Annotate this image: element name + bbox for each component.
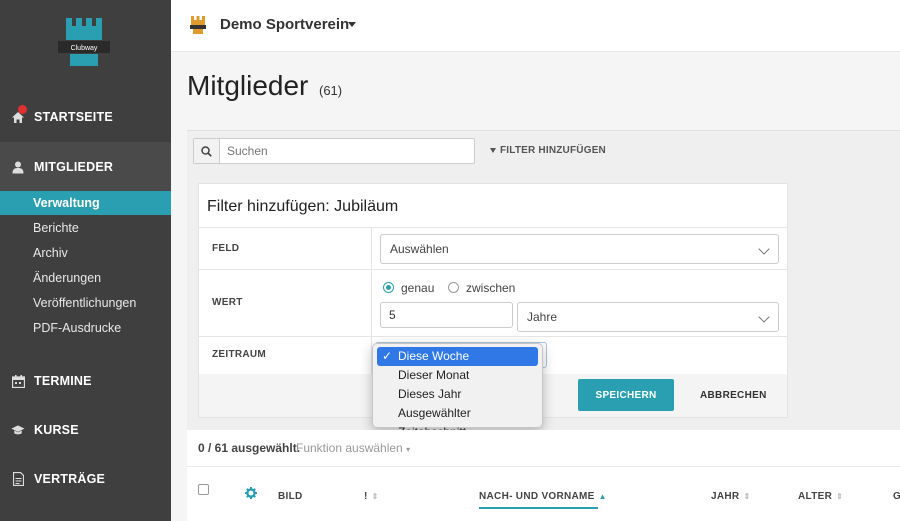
wert-input[interactable]: 5 [380, 302, 513, 328]
graduation-cap-icon [11, 423, 25, 437]
divider [199, 269, 787, 270]
club-name[interactable]: Demo Sportverein [220, 16, 349, 33]
calendar-icon [11, 374, 25, 388]
selection-info: 0 / 61 ausgewählt. [198, 441, 301, 455]
dropdown-option-label: Diese Woche [398, 349, 470, 363]
column-header-name-label: NACH- UND VORNAME [479, 491, 595, 502]
sort-icon: ⇕ [371, 492, 379, 501]
cancel-button[interactable]: ABBRECHEN [700, 390, 767, 401]
nav-mitglieder[interactable]: MITGLIEDER [0, 142, 171, 192]
nav-vertraege-label: VERTRÄGE [34, 472, 106, 486]
caret-down-icon: ▾ [406, 445, 411, 454]
nav-vertraege[interactable]: VERTRÄGE [0, 454, 171, 504]
column-header-flag[interactable]: ! ⇕ [364, 491, 379, 502]
sidebar: Clubway STARTSEITE MITGLIEDER Verwaltung… [0, 0, 171, 521]
gear-icon[interactable] [245, 487, 257, 499]
nav-mitglieder-label: MITGLIEDER [34, 160, 114, 174]
dropdown-option-label: Dieser Monat [398, 368, 470, 382]
document-icon [11, 472, 25, 486]
sidebar-item-verwaltung[interactable]: Verwaltung [0, 191, 171, 215]
zeitraum-label: ZEITRAUM [212, 349, 267, 360]
sidebar-item-aenderungen[interactable]: Änderungen [0, 266, 171, 290]
function-select-label: Funktion auswählen [296, 441, 403, 455]
radio-genau[interactable] [383, 282, 394, 293]
dropdown-option-dieses-jahr[interactable]: Dieses Jahr [377, 385, 538, 404]
checkmark-icon: ✓ [382, 349, 393, 363]
nav-startseite-label: STARTSEITE [34, 110, 113, 124]
dropdown-option-dieser-monat[interactable]: Dieser Monat [377, 366, 538, 385]
member-count: (61) [319, 83, 343, 98]
function-select[interactable]: Funktion auswählen ▾ [296, 441, 410, 455]
home-icon [11, 110, 25, 124]
sidebar-item-veroeffentlichungen[interactable]: Veröffentlichungen [0, 291, 171, 315]
filter-add-label: FILTER HINZUFÜGEN [500, 145, 606, 156]
logo-text: Clubway [71, 45, 98, 52]
sidebar-item-pdf-ausdrucke[interactable]: PDF-Ausdrucke [0, 316, 171, 340]
feld-label: FELD [212, 243, 240, 254]
filter-icon [490, 148, 496, 153]
radio-genau-label: genau [401, 281, 435, 295]
club-dropdown-caret-icon[interactable] [348, 22, 356, 27]
dropdown-option-ausgewaehlter-zeitabschnitt[interactable]: Ausgewählter Zeitabschnitt [377, 404, 538, 439]
nav-termine-label: TERMINE [34, 374, 92, 388]
user-icon [11, 160, 25, 174]
zeitraum-dropdown-menu: ✓ Diese Woche Dieser Monat Dieses Jahr A… [372, 343, 543, 439]
feld-select-value: Auswählen [390, 242, 449, 256]
sidebar-item-berichte[interactable]: Berichte [0, 216, 171, 240]
column-header-alter[interactable]: ALTER ⇕ [798, 491, 843, 502]
feld-select[interactable]: Auswählen [380, 234, 779, 264]
nav-kurse-label: KURSE [34, 423, 79, 437]
divider [199, 336, 787, 337]
column-header-g[interactable]: G [893, 491, 900, 502]
search-input[interactable] [227, 144, 467, 158]
dropdown-option-diese-woche[interactable]: ✓ Diese Woche [377, 347, 538, 366]
nav-kurse[interactable]: KURSE [0, 405, 171, 455]
unit-select-value: Jahre [527, 310, 558, 324]
search-icon [201, 145, 212, 157]
club-crest-icon [190, 16, 206, 34]
search-button[interactable] [194, 139, 220, 163]
filter-add-button[interactable]: FILTER HINZUFÜGEN [490, 145, 606, 156]
sort-asc-icon: ▲ [598, 492, 607, 501]
unit-select[interactable]: Jahre [517, 302, 779, 332]
nav-termine[interactable]: TERMINE [0, 356, 171, 406]
column-header-jahr-label: JAHR [711, 491, 740, 502]
filter-title: Filter hinzufügen: Jubiläum [207, 198, 399, 215]
sidebar-item-archiv[interactable]: Archiv [0, 241, 171, 265]
search-box [193, 138, 475, 164]
save-button[interactable]: SPEICHERN [578, 379, 674, 411]
column-header-alter-label: ALTER [798, 491, 833, 502]
column-header-bild[interactable]: BILD [278, 491, 303, 502]
divider [199, 227, 787, 228]
clubway-logo[interactable]: Clubway [58, 14, 110, 70]
radio-zwischen[interactable] [448, 282, 459, 293]
nav-startseite[interactable]: STARTSEITE [0, 92, 171, 142]
chevron-down-icon [758, 311, 770, 323]
radio-zwischen-label: zwischen [466, 281, 516, 295]
column-header-jahr[interactable]: JAHR ⇕ [711, 491, 750, 502]
sort-icon: ⇕ [836, 492, 844, 501]
wert-label: WERT [212, 297, 243, 308]
column-header-name[interactable]: NACH- UND VORNAME ▲ [479, 491, 607, 502]
dropdown-option-label: Dieses Jahr [398, 387, 462, 401]
sort-icon: ⇕ [743, 492, 751, 501]
divider [187, 466, 900, 467]
chevron-down-icon [758, 243, 770, 255]
select-all-checkbox[interactable] [198, 484, 209, 495]
topbar: Demo Sportverein [171, 0, 900, 52]
page-title: Mitglieder [187, 70, 309, 101]
active-sort-indicator [479, 507, 598, 509]
column-header-flag-label: ! [364, 491, 368, 502]
